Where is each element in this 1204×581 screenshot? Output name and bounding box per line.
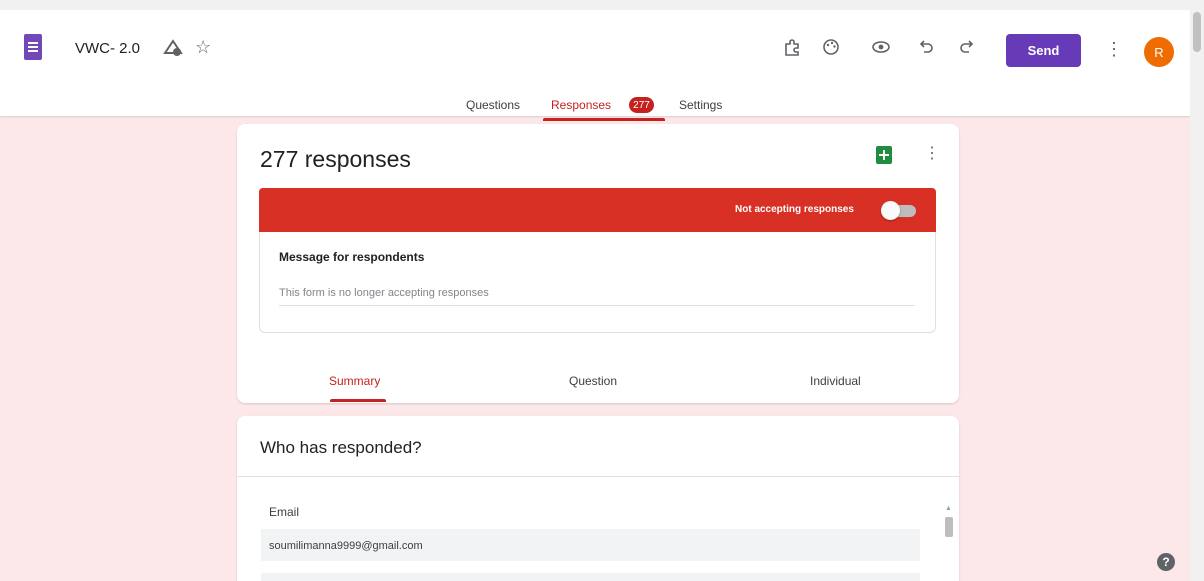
- table-row[interactable]: soumilimanna9999@gmail.com: [261, 529, 920, 561]
- responses-count-badge: 277: [629, 97, 654, 113]
- responses-more-icon[interactable]: ⋮: [924, 146, 940, 162]
- email-list-scrollbar[interactable]: ▲: [944, 505, 954, 581]
- divider: [237, 476, 959, 477]
- who-responded-title: Who has responded?: [260, 438, 422, 457]
- account-avatar[interactable]: R: [1144, 37, 1174, 67]
- toggle-knob[interactable]: [881, 201, 900, 220]
- redo-icon[interactable]: [955, 35, 979, 59]
- more-vert-icon[interactable]: ⋮: [1105, 40, 1123, 58]
- accepting-responses-label: Not accepting responses: [735, 204, 854, 215]
- respondent-message-label: Message for respondents: [279, 250, 425, 264]
- email-list-scroll-thumb[interactable]: [945, 517, 953, 537]
- subtab-summary[interactable]: Summary: [329, 374, 380, 388]
- preview-eye-icon[interactable]: [869, 35, 893, 59]
- move-to-folder-icon[interactable]: [163, 39, 183, 57]
- page-scrollbar-thumb[interactable]: [1193, 12, 1201, 52]
- tab-settings[interactable]: Settings: [679, 98, 722, 112]
- subtab-individual[interactable]: Individual: [810, 374, 861, 388]
- table-row[interactable]: [261, 573, 920, 581]
- help-icon[interactable]: ?: [1157, 553, 1175, 571]
- respondent-email: soumilimanna9999@gmail.com: [269, 540, 423, 552]
- active-subtab-indicator: [330, 399, 386, 402]
- tab-questions[interactable]: Questions: [466, 98, 520, 112]
- sheets-link-icon[interactable]: [876, 146, 892, 164]
- active-tab-indicator: [543, 118, 665, 121]
- page-scrollbar[interactable]: [1190, 0, 1204, 581]
- top-header: VWC- 2.0 ☆ Send ⋮ R Questions Responses …: [0, 0, 1204, 121]
- subtab-question[interactable]: Question: [569, 374, 617, 388]
- responses-card: 277 responses ⋮ Not accepting responses …: [237, 124, 959, 403]
- undo-icon[interactable]: [914, 35, 938, 59]
- addon-puzzle-icon[interactable]: [780, 35, 804, 59]
- form-tabs: Questions Responses 277 Settings: [0, 97, 1204, 122]
- tab-responses[interactable]: Responses: [551, 98, 611, 112]
- respondent-message-input[interactable]: [279, 280, 915, 306]
- responses-count-title: 277 responses: [260, 146, 411, 172]
- email-column-header: Email: [269, 505, 300, 519]
- respondent-message-box: Message for respondents: [259, 232, 936, 333]
- scroll-up-arrow-icon[interactable]: ▲: [945, 505, 952, 512]
- palette-icon[interactable]: [819, 35, 843, 59]
- forms-logo-icon[interactable]: [24, 34, 42, 60]
- document-title[interactable]: VWC- 2.0: [75, 40, 140, 57]
- accepting-responses-bar: Not accepting responses: [259, 188, 936, 232]
- star-icon[interactable]: ☆: [195, 37, 211, 57]
- who-responded-card: Who has responded? Email soumilimanna999…: [237, 416, 959, 581]
- send-button[interactable]: Send: [1006, 34, 1081, 67]
